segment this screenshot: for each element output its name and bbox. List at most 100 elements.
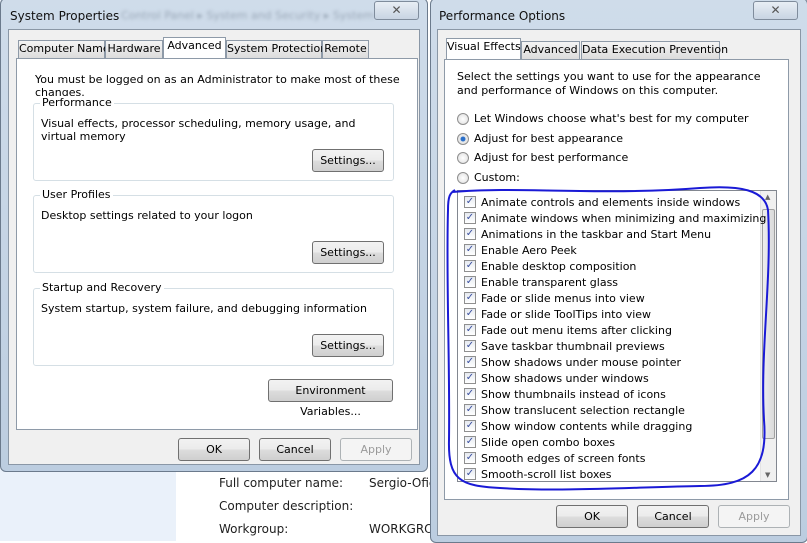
effect-checkbox-item[interactable]: ✓ Animate windows when minimizing and max…	[464, 210, 766, 226]
scrollbar-thumb[interactable]	[762, 209, 775, 439]
tab-hardware[interactable]: Hardware	[105, 40, 163, 58]
checkbox-icon[interactable]: ✓	[464, 276, 476, 288]
effect-label: Show translucent selection rectangle	[481, 403, 685, 417]
window-title: Performance Options	[439, 9, 566, 23]
radio-label: Custom:	[474, 171, 520, 184]
radio-let-windows-choose[interactable]: Let Windows choose what's best for my co…	[457, 112, 749, 125]
checkbox-icon[interactable]: ✓	[464, 436, 476, 448]
effect-label: Enable Aero Peek	[481, 243, 577, 257]
checkbox-icon[interactable]: ✓	[464, 356, 476, 368]
breadcrumb: Control Panel ▸ System and Security ▸ Sy…	[121, 9, 374, 22]
effect-checkbox-item[interactable]: ✓ Smooth edges of screen fonts	[464, 450, 645, 466]
effect-checkbox-item[interactable]: ✓ Show window contents while dragging	[464, 418, 692, 434]
checkbox-icon[interactable]: ✓	[464, 228, 476, 240]
tab-advanced[interactable]: Advanced	[521, 41, 580, 59]
effect-checkbox-item[interactable]: ✓ Slide open combo boxes	[464, 434, 615, 450]
scroll-down-icon[interactable]: ▼	[765, 471, 770, 479]
checkbox-icon[interactable]: ✓	[464, 260, 476, 272]
checkbox-icon[interactable]: ✓	[464, 388, 476, 400]
checkbox-icon[interactable]: ✓	[464, 340, 476, 352]
radio-label: Adjust for best performance	[474, 151, 629, 164]
scrollbar[interactable]: ▲ ▼	[760, 191, 776, 481]
effect-checkbox-item[interactable]: ✓ Fade or slide ToolTips into view	[464, 306, 651, 322]
effect-checkbox-item[interactable]: ✓ Show shadows under windows	[464, 370, 649, 386]
cancel-button[interactable]: Cancel	[259, 438, 331, 461]
effect-label: Smooth-scroll list boxes	[481, 467, 612, 481]
checkbox-icon[interactable]: ✓	[464, 420, 476, 432]
checkbox-icon[interactable]: ✓	[464, 404, 476, 416]
cancel-button[interactable]: Cancel	[637, 505, 709, 528]
effect-checkbox-item[interactable]: ✓ Show thumbnails instead of icons	[464, 386, 666, 402]
startup-recovery-settings-button[interactable]: Settings...	[312, 334, 384, 357]
scroll-up-icon[interactable]: ▲	[765, 193, 770, 201]
effect-checkbox-item[interactable]: ✓ Enable Aero Peek	[464, 242, 577, 258]
checkbox-icon[interactable]: ✓	[464, 372, 476, 384]
group-title: Performance	[40, 96, 114, 109]
apply-button: Apply	[340, 438, 412, 461]
checkbox-icon[interactable]: ✓	[464, 212, 476, 224]
checkbox-icon[interactable]: ✓	[464, 452, 476, 464]
effect-checkbox-item[interactable]: ✓ Save taskbar thumbnail previews	[464, 338, 665, 354]
tab-data-execution-prevention[interactable]: Data Execution Prevention	[581, 41, 728, 59]
radio-icon	[457, 151, 469, 164]
user-profiles-group: User Profiles Desktop settings related t…	[33, 188, 394, 273]
effect-checkbox-item[interactable]: ✓ Enable transparent glass	[464, 274, 618, 290]
effect-label: Smooth edges of screen fonts	[481, 451, 646, 465]
group-description: Desktop settings related to your logon	[41, 209, 253, 222]
checkbox-icon[interactable]: ✓	[464, 324, 476, 336]
tab-visual-effects[interactable]: Visual Effects	[446, 38, 521, 59]
effect-checkbox-item[interactable]: ✓ Smooth-scroll list boxes	[464, 466, 612, 482]
ok-button[interactable]: OK	[178, 438, 250, 461]
startup-recovery-group: Startup and Recovery System startup, sys…	[33, 281, 394, 366]
tab-system-protection[interactable]: System Protection	[226, 40, 327, 58]
effect-checkbox-item[interactable]: ✓ Animations in the taskbar and Start Men…	[464, 226, 711, 242]
group-title: User Profiles	[40, 188, 113, 201]
effect-checkbox-item[interactable]: ✓ Show shadows under mouse pointer	[464, 354, 681, 370]
effect-label: Show window contents while dragging	[481, 419, 693, 433]
tab-remote[interactable]: Remote	[322, 40, 369, 58]
effect-label: Fade out menu items after clicking	[481, 323, 672, 337]
performance-settings-button[interactable]: Settings...	[312, 149, 384, 172]
ok-button[interactable]: OK	[556, 505, 628, 528]
close-button[interactable]: ✕	[374, 1, 419, 20]
full-computer-name-label: Full computer name:	[219, 476, 344, 490]
tab-advanced[interactable]: Advanced	[163, 37, 226, 58]
computer-description-label: Computer description:	[219, 499, 354, 513]
radio-best-performance[interactable]: Adjust for best performance	[457, 151, 628, 164]
checkbox-icon[interactable]: ✓	[464, 244, 476, 256]
effect-checkbox-item[interactable]: ✓ Fade or slide menus into view	[464, 290, 645, 306]
radio-best-appearance[interactable]: Adjust for best appearance	[457, 132, 623, 145]
effect-label: Show shadows under windows	[481, 371, 649, 385]
full-computer-name-value: Sergio-Ofic	[369, 476, 436, 490]
workgroup-label: Workgroup:	[219, 522, 289, 536]
checkbox-icon[interactable]: ✓	[464, 196, 476, 208]
group-description: System startup, system failure, and debu…	[41, 302, 367, 315]
radio-label: Adjust for best appearance	[474, 132, 624, 145]
effect-label: Enable transparent glass	[481, 275, 619, 289]
radio-custom[interactable]: Custom:	[457, 171, 520, 184]
close-icon: ✕	[770, 3, 781, 17]
description: Select the settings you want to use for …	[457, 70, 761, 97]
radio-icon	[457, 171, 469, 184]
effect-checkbox-item[interactable]: ✓ Show translucent selection rectangle	[464, 402, 685, 418]
user-profiles-settings-button[interactable]: Settings...	[312, 241, 384, 264]
effect-checkbox-item[interactable]: ✓ Animate controls and elements inside wi…	[464, 194, 740, 210]
checkbox-icon[interactable]: ✓	[464, 468, 476, 480]
effect-label: Show shadows under mouse pointer	[481, 355, 682, 369]
radio-label: Let Windows choose what's best for my co…	[474, 112, 749, 125]
environment-variables-button[interactable]: Environment Variables...	[268, 379, 393, 418]
performance-group: Performance Visual effects, processor sc…	[33, 96, 394, 181]
checkbox-icon[interactable]: ✓	[464, 308, 476, 320]
checkbox-icon[interactable]: ✓	[464, 292, 476, 304]
effect-checkbox-item[interactable]: ✓ Fade out menu items after clicking	[464, 322, 672, 338]
effect-label: Animate controls and elements inside win…	[481, 195, 741, 209]
close-button[interactable]: ✕	[753, 1, 798, 20]
visual-effects-list[interactable]: ▲ ▼ ✓ Animate controls and elements insid…	[457, 190, 777, 482]
system-properties-window: Control Panel ▸ System and Security ▸ Sy…	[0, 0, 428, 472]
effect-label: Fade or slide menus into view	[481, 291, 645, 305]
effect-checkbox-item[interactable]: ✓ Enable desktop composition	[464, 258, 636, 274]
advanced-panel: You must be logged on as an Administrato…	[16, 58, 418, 430]
tab-computer-name[interactable]: Computer Name	[18, 40, 110, 58]
radio-selected-icon	[457, 132, 469, 145]
group-description: Visual effects, processor scheduling, me…	[41, 117, 356, 143]
